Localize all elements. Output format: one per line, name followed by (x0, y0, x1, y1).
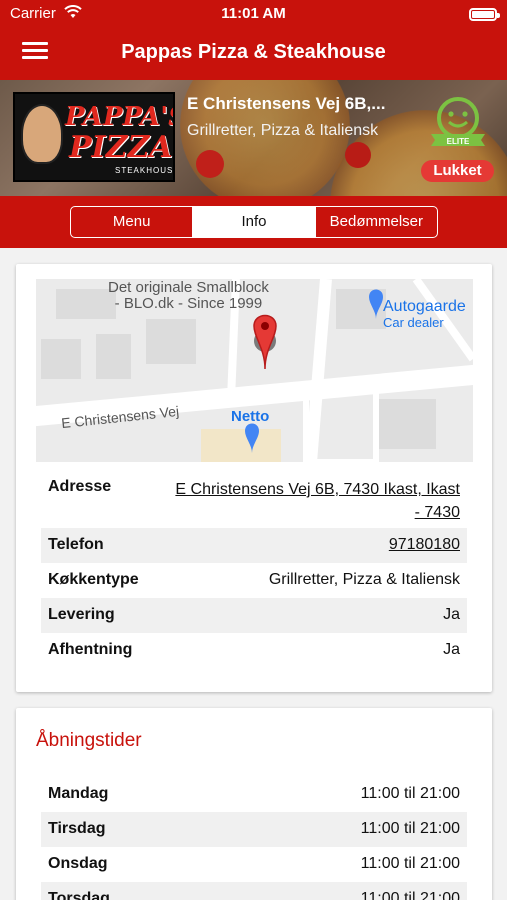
hours-row: Tirsdag 11:00 til 21:00 (41, 812, 467, 847)
day-label: Mandag (48, 785, 109, 802)
cuisine-label: Køkkentype (48, 571, 139, 588)
map-poi-smallblock: Det originale Smallblock - BLO.dk - Sinc… (108, 279, 269, 312)
status-bar: Carrier 11:01 AM (0, 0, 507, 28)
tab-reviews[interactable]: Bedømmelser (316, 207, 437, 237)
pickup-row: Afhentning Ja (41, 633, 467, 668)
day-label: Tirsdag (48, 820, 106, 837)
hours-value: 11:00 til 21:00 (360, 820, 460, 837)
info-card: Det originale Smallblock - BLO.dk - Sinc… (16, 264, 492, 692)
hours-value: 11:00 til 21:00 (360, 855, 460, 872)
battery-icon (469, 8, 500, 21)
elite-badge-icon: ELITE (427, 96, 489, 150)
restaurant-banner: PAPPA'S PIZZA STEAKHOUSE E Christensens … (0, 80, 507, 196)
address-label: Adresse (48, 478, 112, 495)
tab-info[interactable]: Info (193, 207, 316, 237)
banner-tomato-decoration (345, 142, 371, 168)
restaurant-address: E Christensens Vej 6B,... (187, 94, 386, 113)
restaurant-cuisine: Grillretter, Pizza & Italiensk (187, 122, 379, 139)
segmented-control: Menu Info Bedømmelser (70, 206, 438, 238)
cuisine-row: Køkkentype Grillretter, Pizza & Italiens… (41, 563, 467, 598)
hours-row: Torsdag 11:00 til 21:00 (41, 882, 467, 900)
status-time: 11:01 AM (221, 5, 286, 22)
hours-value: 11:00 til 21:00 (360, 785, 460, 802)
map-poi-netto: Netto (231, 408, 270, 425)
opening-hours-title: Åbningstider (36, 730, 142, 751)
banner-tomato-decoration (196, 150, 224, 178)
map-poi-autogaarde: Autogaarde Car dealer (383, 298, 466, 331)
pickup-value: Ja (443, 641, 460, 658)
chef-mascot-icon (21, 104, 63, 164)
page-title: Pappas Pizza & Steakhouse (121, 41, 386, 63)
tab-menu[interactable]: Menu (71, 207, 194, 237)
delivery-row: Levering Ja (41, 598, 467, 633)
delivery-label: Levering (48, 606, 115, 623)
day-label: Onsdag (48, 855, 108, 872)
cuisine-value: Grillretter, Pizza & Italiensk (268, 571, 460, 588)
phone-label: Telefon (48, 536, 104, 553)
opening-hours-card: Åbningstider Mandag 11:00 til 21:00 Tirs… (16, 708, 492, 900)
address-row: Adresse E Christensens Vej 6B, 7430 Ikas… (41, 472, 467, 528)
phone-row: Telefon 97180180 (41, 528, 467, 563)
svg-text:ELITE: ELITE (447, 137, 470, 146)
tab-bar: Menu Info Bedømmelser (0, 196, 507, 248)
hours-value: 11:00 til 21:00 (360, 890, 460, 900)
delivery-value: Ja (443, 606, 460, 623)
restaurant-logo: PAPPA'S PIZZA STEAKHOUSE (13, 92, 175, 182)
hours-row: Onsdag 11:00 til 21:00 (41, 847, 467, 882)
top-bar: Carrier 11:01 AM Pappas Pizza & Steakhou… (0, 0, 507, 80)
location-map[interactable]: Det originale Smallblock - BLO.dk - Sinc… (36, 279, 473, 462)
day-label: Torsdag (48, 890, 110, 900)
pickup-label: Afhentning (48, 641, 133, 658)
hours-row: Mandag 11:00 til 21:00 (41, 777, 467, 812)
phone-link[interactable]: 97180180 (389, 536, 460, 554)
closed-status-badge: Lukket (421, 160, 494, 182)
address-link[interactable]: E Christensens Vej 6B, 7430 Ikast, Ikast… (170, 478, 460, 524)
